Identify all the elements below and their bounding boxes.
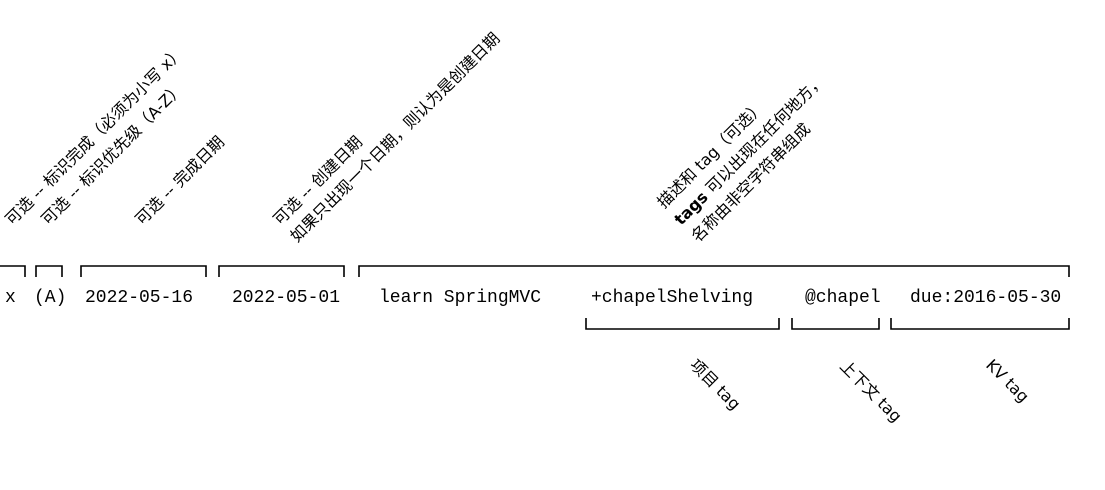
bottom-brackets (585, 318, 1070, 330)
creation-date-token: 2022-05-01 (232, 288, 340, 308)
description-bracket (358, 265, 1070, 277)
todo-line: x (A) 2022-05-16 2022-05-01 learn Spring… (5, 288, 1061, 308)
done-mark: x (5, 288, 16, 308)
bottom-annotations: 项目 tag 上下文 tag KV tag (686, 355, 1033, 426)
project-tag-bracket (585, 318, 780, 330)
completion-date-annotation: 可选 -- 完成日期 (131, 132, 228, 229)
done-bracket (0, 265, 26, 277)
todo-format-diagram: x (A) 2022-05-16 2022-05-01 learn Spring… (0, 29, 1070, 426)
context-tag-token: @chapel (805, 288, 881, 308)
creation-date-bracket (218, 265, 345, 277)
description-annotation-line2: tags 可以出现在任何地方， (670, 71, 828, 229)
creation-date-annotation-line2: 如果只出现一个日期，则认为是创建日期 (286, 29, 503, 246)
completion-date-token: 2022-05-16 (85, 288, 193, 308)
context-tag-annotation: 上下文 tag (836, 356, 906, 426)
description-token: learn SpringMVC (379, 288, 541, 308)
completion-date-bracket (80, 265, 207, 277)
context-tag-bracket (791, 318, 880, 330)
kv-tag-bracket (890, 318, 1070, 330)
priority-token: (A) (34, 288, 66, 308)
top-annotations: 可选 -- 标识完成（必须为小写 x） 可选 -- 标识优先级（A-Z） 可选 … (1, 29, 828, 246)
priority-bracket (35, 265, 63, 277)
kv-tag-annotation: KV tag (982, 355, 1033, 406)
kv-tag-token: due:2016-05-30 (910, 288, 1061, 308)
project-tag-annotation: 项目 tag (686, 355, 744, 413)
project-tag-token: +chapelShelving (591, 288, 753, 308)
top-brackets (0, 265, 1070, 277)
